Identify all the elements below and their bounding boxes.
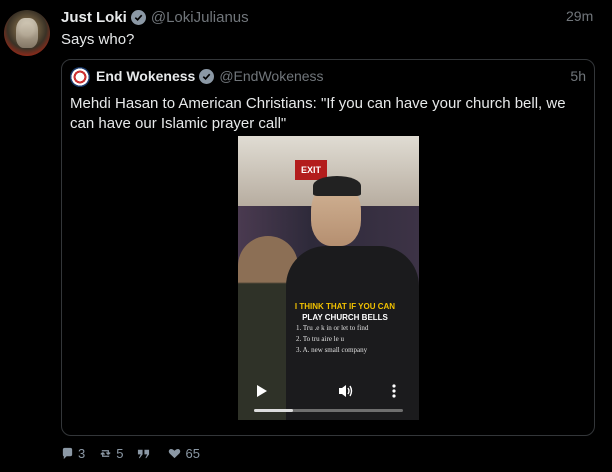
shirt-line: 2. To tru aire le u bbox=[296, 335, 344, 343]
caption-line-2: PLAY CHURCH BELLS bbox=[302, 313, 388, 322]
quoted-timestamp[interactable]: 5h bbox=[570, 68, 586, 84]
more-options-icon[interactable] bbox=[392, 384, 396, 401]
author-avatar[interactable] bbox=[4, 10, 50, 56]
tweet-timestamp[interactable]: 29m bbox=[566, 8, 593, 24]
verified-badge-icon bbox=[199, 68, 215, 84]
like-button[interactable]: 65 bbox=[168, 446, 200, 461]
video-caption: I THINK THAT IF YOU CAN PLAY CHURCH BELL… bbox=[290, 301, 400, 323]
caption-line-1: I THINK THAT IF YOU CAN bbox=[294, 302, 396, 311]
speaker-hair bbox=[313, 176, 361, 196]
shirt-text: 1. Tru .e k in or let to find 2. To tru … bbox=[296, 323, 401, 356]
quote-icon bbox=[138, 449, 150, 459]
author-row: Just Loki @LokiJulianus bbox=[61, 8, 249, 26]
author-name[interactable]: Just Loki bbox=[61, 9, 127, 26]
author-handle[interactable]: @LokiJulianus bbox=[151, 9, 249, 26]
video-controls bbox=[238, 380, 419, 420]
quoted-tweet[interactable]: End Wokeness @EndWokeness 5h Mehdi Hasan… bbox=[61, 59, 595, 436]
verified-badge-icon bbox=[130, 9, 146, 25]
quoted-author-row: End Wokeness @EndWokeness bbox=[96, 68, 324, 84]
reply-button[interactable]: 3 bbox=[61, 446, 85, 461]
heart-icon bbox=[169, 449, 181, 459]
quote-button[interactable] bbox=[137, 447, 154, 460]
video-progress-bar[interactable] bbox=[254, 409, 403, 412]
retweet-button[interactable]: 5 bbox=[99, 446, 123, 461]
shirt-line: 3. A. new small company bbox=[296, 346, 368, 354]
quoted-author-avatar[interactable] bbox=[70, 67, 90, 87]
reply-count: 3 bbox=[78, 446, 86, 461]
tweet-text: Says who? bbox=[61, 31, 135, 48]
retweet-count: 5 bbox=[116, 446, 124, 461]
tweet-actions: 3 5 65 bbox=[61, 446, 214, 461]
video-progress-fill bbox=[254, 409, 293, 412]
like-count: 65 bbox=[185, 446, 200, 461]
play-icon[interactable] bbox=[256, 384, 268, 401]
quoted-author-name[interactable]: End Wokeness bbox=[96, 68, 195, 84]
video-player[interactable]: EXIT I THINK THAT IF YOU CAN PLAY CHURCH… bbox=[238, 136, 419, 420]
quoted-author-handle[interactable]: @EndWokeness bbox=[219, 68, 323, 84]
retweet-icon bbox=[100, 450, 111, 457]
quoted-text: Mehdi Hasan to American Christians: "If … bbox=[70, 95, 566, 132]
shirt-line: 1. Tru .e k in or let to find bbox=[296, 324, 369, 332]
volume-icon[interactable] bbox=[338, 384, 354, 401]
reply-icon bbox=[62, 447, 73, 460]
